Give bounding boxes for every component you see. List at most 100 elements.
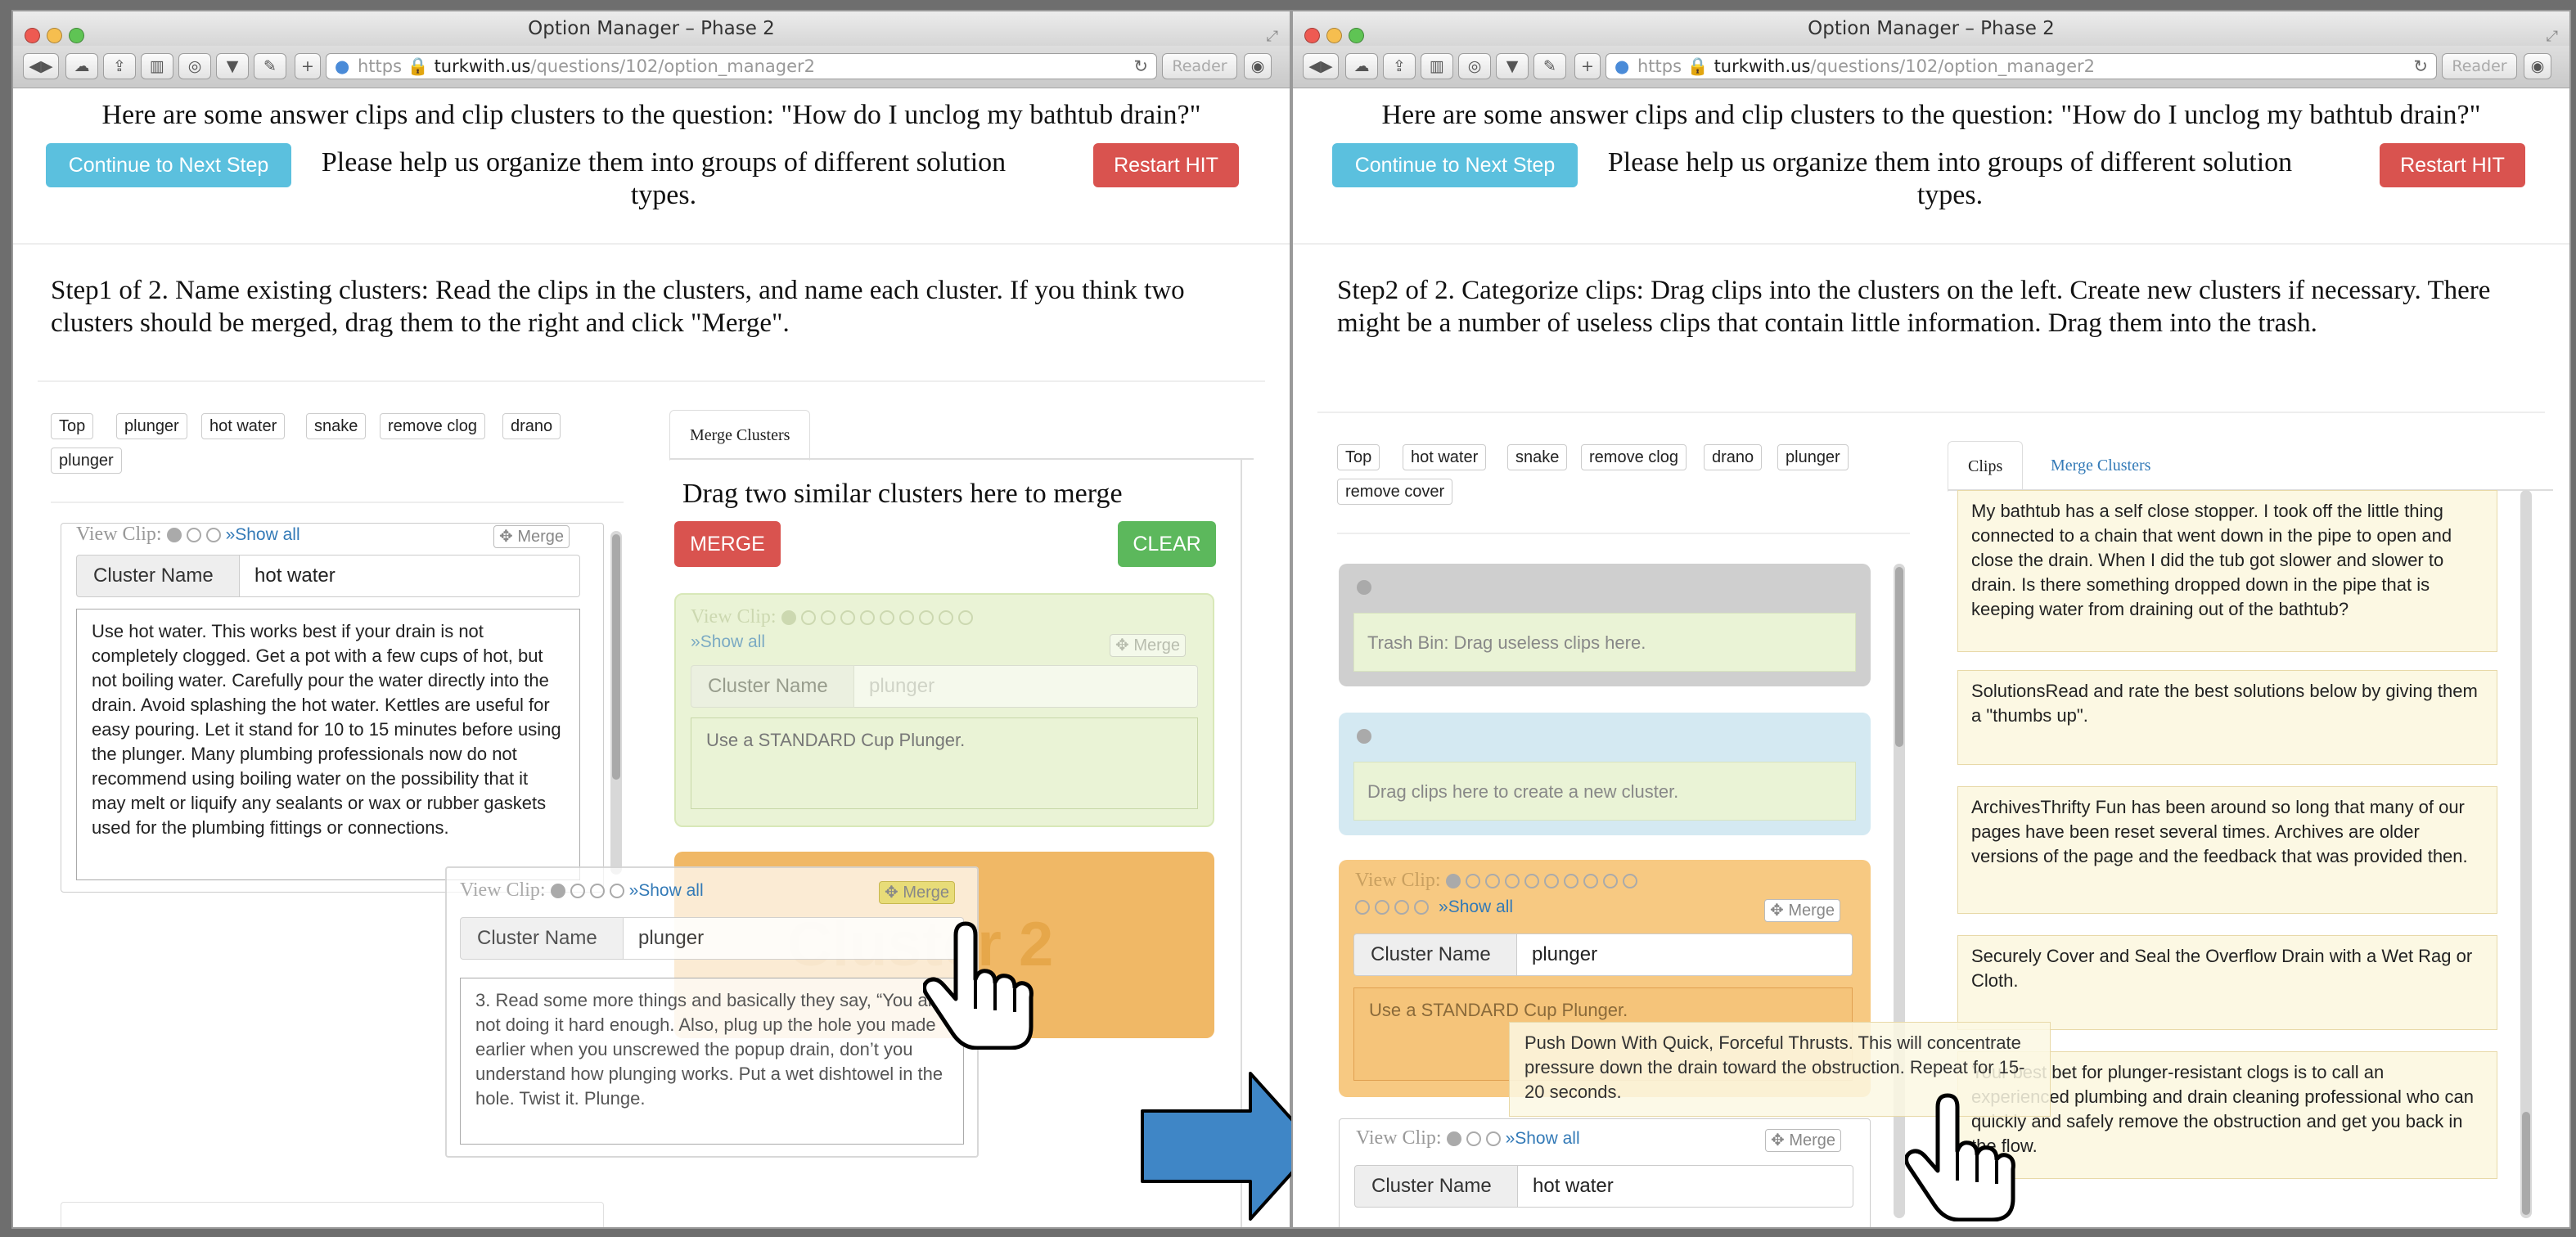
clip-dot-icon[interactable] — [166, 528, 182, 543]
new-cluster-zone[interactable]: Drag clips here to create a new cluster. — [1339, 713, 1871, 835]
merge-button[interactable]: MERGE — [674, 521, 781, 567]
sidebar-icon[interactable]: ▥ — [1421, 53, 1453, 79]
sidebar-icon[interactable]: ▥ — [141, 53, 173, 79]
minimize-window-button[interactable] — [1326, 28, 1342, 43]
instruction-text: Please help us organize them into groups… — [1607, 147, 2293, 210]
trash-bin[interactable]: Trash Bin: Drag useless clips here. — [1339, 564, 1871, 686]
tag-plunger[interactable]: plunger — [116, 413, 187, 439]
tag-remove-clog[interactable]: remove clog — [1581, 444, 1687, 470]
clip-item[interactable]: ArchivesThrifty Fun has been around so l… — [1957, 786, 2497, 914]
tag-plunger-2[interactable]: plunger — [51, 448, 122, 474]
browser-toolbar: ◀▶ ☁ ⇪ ▥ ◎ ▼ ✎ + ● https 🔒 turkwith.us/q… — [13, 46, 1290, 88]
share-icon[interactable]: ⇪ — [103, 53, 136, 79]
icloud-icon[interactable]: ☁ — [1345, 53, 1378, 79]
tag-top[interactable]: Top — [51, 413, 94, 439]
new-cluster-drop-zone[interactable]: Drag clips here to create a new cluster. — [1353, 762, 1856, 821]
cluster-name-input[interactable]: plunger — [1517, 933, 1853, 976]
trash-drop-zone[interactable]: Trash Bin: Drag useless clips here. — [1353, 613, 1856, 672]
show-all-link[interactable]: »Show all — [226, 525, 300, 544]
tab-merge-clusters[interactable]: Merge Clusters — [669, 410, 811, 461]
close-window-button[interactable] — [1304, 28, 1320, 43]
address-bar[interactable]: ● https 🔒 turkwith.us/questions/102/opti… — [1605, 53, 2437, 79]
tag-remove-cover[interactable]: remove cover — [1337, 479, 1453, 505]
view-clip-row: View Clip: »Show all — [76, 524, 300, 545]
instruction-text: Please help us organize them into groups… — [321, 147, 1007, 210]
cluster-card-hot-water[interactable]: View Clip: »Show all ✥ Merge Cluster Nam… — [1339, 1118, 1871, 1227]
clip-text[interactable]: 3. Read some more things and basically t… — [460, 978, 964, 1145]
tab-merge-clusters[interactable]: Merge Clusters — [2031, 441, 2170, 490]
back-forward-button[interactable]: ◀▶ — [23, 53, 59, 79]
back-forward-button[interactable]: ◀▶ — [1303, 53, 1339, 79]
cluster-name-input[interactable]: hot water — [1518, 1165, 1853, 1208]
downloads-icon[interactable]: ◉ — [2524, 53, 2551, 79]
tag-drano[interactable]: drano — [1704, 444, 1763, 470]
tag-top[interactable]: Top — [1337, 444, 1380, 470]
browser-window-step2: Option Manager – Phase 2 ⤢ ◀▶ ☁ ⇪ ▥ ◎ ▼ … — [1291, 10, 2571, 1229]
tab-clips[interactable]: Clips — [1948, 441, 2024, 492]
dragged-cluster-plunger[interactable]: View Clip: »Show all ✥ Merge Cluster Nam… — [445, 866, 979, 1158]
clip-dot-icon[interactable] — [205, 528, 221, 543]
icloud-icon[interactable]: ☁ — [65, 53, 98, 79]
clip-dot-icon[interactable] — [186, 528, 201, 543]
cluster-name-input[interactable]: plunger — [854, 665, 1198, 708]
merge-small-button[interactable]: ✥ Merge — [493, 525, 570, 548]
show-all-link[interactable]: »Show all — [691, 632, 765, 652]
url-path: /questions/102/option_manager2 — [1810, 56, 2096, 76]
merge-small-button[interactable]: ✥ Merge — [879, 881, 956, 904]
cluster-card-hot-water[interactable]: View Clip: »Show all ✥ Merge Cluster Nam… — [61, 523, 604, 893]
tag-snake[interactable]: snake — [306, 413, 367, 439]
tag-remove-clog[interactable]: remove clog — [380, 413, 485, 439]
reload-icon[interactable]: ↻ — [2413, 54, 2428, 79]
close-window-button[interactable] — [25, 28, 40, 43]
extension-icon[interactable]: ◎ — [178, 53, 211, 79]
restart-hit-button[interactable]: Restart HIT — [2380, 143, 2525, 187]
tag-plunger[interactable]: plunger — [1777, 444, 1849, 470]
extension-icon[interactable]: ◎ — [1458, 53, 1491, 79]
clip-item[interactable]: Securely Cover and Seal the Overflow Dra… — [1957, 935, 2497, 1030]
new-tab-button[interactable]: + — [295, 53, 321, 79]
merge-slot-green[interactable]: View Clip: »Show all ✥ Merge Cluster Nam… — [674, 593, 1214, 827]
left-scrollbar[interactable] — [610, 531, 622, 875]
tag-drano[interactable]: drano — [502, 413, 561, 439]
clear-button[interactable]: CLEAR — [1118, 521, 1216, 567]
tag-hot-water[interactable]: hot water — [201, 413, 286, 439]
zoom-window-button[interactable] — [69, 28, 84, 43]
continue-button[interactable]: Continue to Next Step — [1332, 143, 1578, 187]
browser-window-step1: Option Manager – Phase 2 ⤢ ◀▶ ☁ ⇪ ▥ ◎ ▼ … — [11, 10, 1291, 1229]
zoom-window-button[interactable] — [1349, 28, 1364, 43]
clip-text[interactable]: Use a STANDARD Cup Plunger. — [691, 717, 1198, 809]
tools-icon[interactable]: ✎ — [1533, 53, 1566, 79]
reader-button[interactable]: Reader — [2442, 53, 2517, 79]
downloads-icon[interactable]: ◉ — [1244, 53, 1272, 79]
cluster-name-input[interactable]: hot water — [240, 555, 580, 597]
reload-icon[interactable]: ↻ — [1133, 54, 1148, 79]
merge-small-button[interactable]: ✥ Merge — [1764, 899, 1841, 922]
pocket-icon[interactable]: ▼ — [216, 53, 249, 79]
merge-small-button[interactable]: ✥ Merge — [1765, 1129, 1842, 1152]
tools-icon[interactable]: ✎ — [254, 53, 286, 79]
view-clip-row-2: »Show all — [1355, 896, 1513, 918]
hand-cursor-icon — [1905, 1093, 2015, 1221]
cluster-name-input[interactable]: plunger — [624, 917, 964, 960]
clip-item[interactable]: My bathtub has a self close stopper. I t… — [1957, 490, 2497, 652]
address-bar[interactable]: ● https 🔒 turkwith.us/questions/102/opti… — [326, 53, 1157, 79]
hand-cursor-icon — [923, 921, 1034, 1050]
restart-hit-button[interactable]: Restart HIT — [1093, 143, 1239, 187]
cluster-card-partial[interactable] — [61, 1202, 604, 1227]
cluster-name-label: Cluster Name — [1353, 933, 1517, 976]
clusters-scrollbar[interactable] — [1894, 564, 1905, 1218]
merge-small-button[interactable]: ✥ Merge — [1110, 634, 1187, 657]
tag-hot-water[interactable]: hot water — [1403, 444, 1487, 470]
clip-item[interactable]: SolutionsRead and rate the best solution… — [1957, 670, 2497, 765]
reader-button[interactable]: Reader — [1162, 53, 1237, 79]
tag-snake[interactable]: snake — [1507, 444, 1568, 470]
minimize-window-button[interactable] — [47, 28, 62, 43]
share-icon[interactable]: ⇪ — [1383, 53, 1416, 79]
clip-text[interactable]: Use hot water. This works best if your d… — [76, 609, 580, 880]
new-tab-button[interactable]: + — [1574, 53, 1601, 79]
clips-scrollbar[interactable] — [2520, 490, 2532, 1218]
continue-button[interactable]: Continue to Next Step — [46, 143, 291, 187]
new-cluster-dot-icon — [1357, 729, 1371, 744]
globe-icon: ● — [335, 56, 350, 76]
pocket-icon[interactable]: ▼ — [1496, 53, 1529, 79]
